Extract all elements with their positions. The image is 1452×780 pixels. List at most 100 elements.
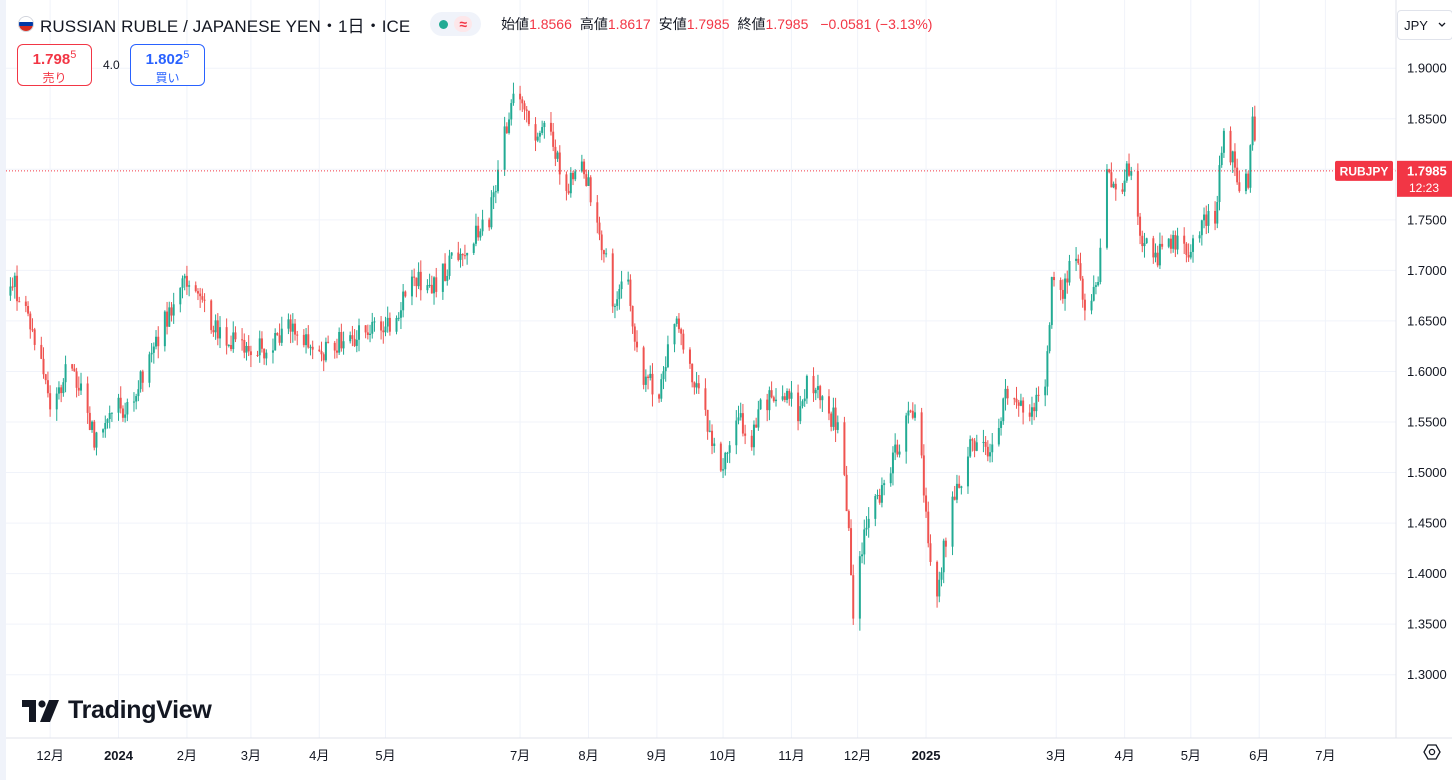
candle-body — [713, 443, 716, 446]
candle-body — [212, 330, 215, 333]
candle-body — [263, 348, 266, 359]
russia-flag-icon — [18, 16, 34, 32]
candle-body — [340, 331, 343, 349]
candle-body — [384, 326, 387, 333]
time-tick-label: 2025 — [912, 748, 941, 763]
candle-body — [410, 276, 413, 297]
settings-gear-icon[interactable] — [1420, 743, 1444, 767]
candle-body — [508, 119, 511, 133]
candle-body — [430, 284, 433, 294]
time-tick-label: 5月 — [375, 748, 395, 763]
candle-body — [342, 341, 345, 349]
price-axis[interactable]: 1.90001.85001.80001.75001.70001.65001.60… — [1407, 61, 1447, 683]
candle-body — [210, 300, 213, 331]
candle-body — [280, 328, 283, 343]
candle-body — [55, 393, 58, 410]
candle-body — [1112, 183, 1115, 188]
candle-body — [324, 341, 327, 361]
candle-body — [305, 334, 308, 346]
candle-body — [598, 222, 601, 235]
candle-body — [1099, 247, 1102, 282]
candle-body — [521, 99, 524, 104]
candle-body — [479, 231, 482, 238]
candle-body — [874, 496, 877, 519]
candle-body — [1108, 169, 1111, 173]
time-tick-label: 12月 — [36, 748, 63, 763]
candle-body — [558, 152, 561, 175]
candle-body — [538, 132, 541, 137]
candle-body — [1083, 299, 1086, 311]
candle-body — [724, 452, 727, 470]
candle-body — [278, 335, 281, 343]
time-tick-label: 7月 — [1315, 748, 1335, 763]
candle-body — [830, 413, 833, 427]
candle-body — [181, 278, 184, 288]
candle-body — [600, 234, 603, 251]
candle-body — [477, 225, 480, 238]
price-tick-label: 1.5500 — [1407, 415, 1447, 430]
open-value: 1.8566 — [529, 16, 572, 32]
candle-body — [951, 496, 954, 547]
candle-body — [982, 441, 985, 443]
price-tick-label: 1.7500 — [1407, 212, 1447, 227]
candle-body — [1203, 214, 1206, 221]
buy-button[interactable]: 1.8025 買い — [130, 44, 205, 86]
candle-body — [1097, 281, 1100, 286]
candle-body — [108, 413, 111, 420]
candle-body — [719, 443, 722, 471]
candle-body — [1214, 210, 1217, 224]
candle-body — [1207, 210, 1210, 226]
currency-selector[interactable]: JPY — [1397, 10, 1452, 40]
candle-body — [219, 327, 222, 339]
candle-body — [163, 311, 166, 347]
candle-body — [737, 417, 740, 421]
candle-body — [565, 174, 568, 191]
candle-body — [894, 444, 897, 453]
candle-body — [580, 161, 583, 172]
candle-body — [969, 439, 972, 457]
candle-body — [816, 386, 819, 390]
candle-body — [194, 285, 197, 292]
candle-body — [1092, 286, 1095, 301]
candle-body — [1075, 258, 1078, 261]
time-tick-label: 2月 — [177, 748, 197, 763]
candle-body — [801, 401, 804, 407]
candle-body — [680, 329, 683, 334]
time-tick-label: 5月 — [1181, 748, 1201, 763]
candle-body — [664, 367, 667, 372]
candle-body — [488, 219, 491, 228]
candle-body — [1022, 400, 1025, 413]
candle-body — [739, 413, 742, 418]
candle-body — [629, 279, 632, 306]
candle-body — [735, 420, 738, 446]
candle-body — [708, 430, 711, 432]
candle-body — [1035, 394, 1038, 412]
candle-body — [722, 469, 725, 471]
candle-body — [666, 344, 669, 368]
candle-body — [371, 321, 374, 334]
ohlc-values: 始値1.8566 高値1.8617 安値1.7985 終値1.7985 — [501, 14, 808, 34]
candle-body — [444, 263, 447, 281]
candle-body — [307, 334, 310, 348]
sell-button[interactable]: 1.7985 売り — [17, 44, 92, 86]
market-status-pill[interactable]: ≈ — [430, 12, 482, 36]
symbol-title[interactable]: RUSSIAN RUBLE / JAPANESE YEN・1日・ICE — [40, 12, 410, 37]
candle-body — [814, 389, 817, 394]
price-tick-label: 1.4000 — [1407, 566, 1447, 581]
candle-body — [199, 293, 202, 297]
tradingview-logo[interactable]: TradingView — [22, 696, 212, 725]
close-label: 終値 — [737, 16, 766, 32]
price-chart[interactable]: 1.90001.85001.80001.75001.70001.65001.60… — [0, 0, 1452, 780]
time-axis[interactable]: 12月 2024 2月 3月 4月 5月 7月 8月 9月 10月 11月 12月 2025 3月 4月 5月… — [36, 748, 1335, 763]
candle-body — [1013, 398, 1016, 400]
candle-body — [271, 350, 274, 353]
candle-body — [704, 388, 707, 410]
candle-body — [850, 528, 853, 576]
candle-body — [1015, 398, 1018, 403]
candle-body — [585, 174, 588, 186]
candle-body — [552, 131, 555, 147]
candle-body — [95, 432, 98, 448]
candle-body — [1167, 238, 1170, 247]
candle-body — [1152, 238, 1155, 258]
candle-body — [569, 172, 572, 194]
